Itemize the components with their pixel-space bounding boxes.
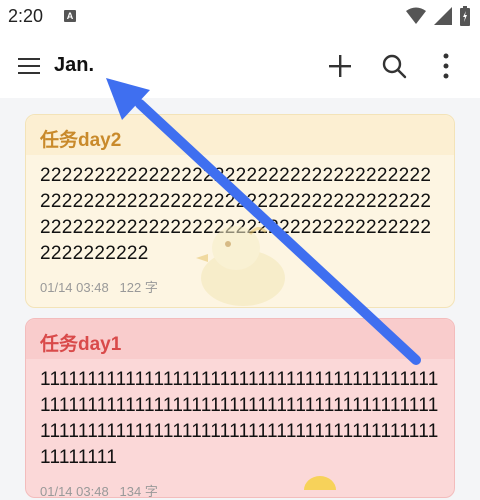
note-title: 任务day2 — [40, 130, 122, 151]
note-date: 01/14 03:48 — [40, 484, 109, 499]
note-title: 任务day1 — [40, 334, 122, 355]
note-content: 1111111111111111111111111111111111111111… — [40, 369, 439, 468]
page-title: Jan. — [54, 54, 95, 76]
chick-watermark-icon — [196, 226, 285, 306]
notification-icon: A — [64, 10, 76, 22]
menu-icon[interactable] — [18, 56, 40, 76]
status-icons — [406, 6, 470, 26]
status-bar: 2:20 A — [0, 0, 480, 34]
wifi-icon — [406, 7, 426, 24]
add-note-icon[interactable] — [328, 54, 352, 78]
note-word-count: 122 字 — [119, 280, 158, 295]
signal-icon — [434, 7, 452, 25]
battery-icon — [460, 6, 470, 26]
note-card[interactable]: 任务day1 111111111111111111111111111111111… — [25, 318, 455, 500]
search-icon[interactable] — [381, 53, 407, 79]
note-meta: 01/14 03:48 134 字 — [40, 481, 158, 500]
app-bar: Jan. — [0, 34, 480, 98]
note-meta: 01/14 03:48 122 字 — [40, 277, 158, 296]
note-word-count: 134 字 — [119, 484, 158, 499]
more-options-icon[interactable] — [436, 52, 456, 80]
status-time: 2:20 — [8, 6, 44, 26]
chick-peek-icon — [304, 476, 336, 490]
note-date: 01/14 03:48 — [40, 280, 109, 295]
